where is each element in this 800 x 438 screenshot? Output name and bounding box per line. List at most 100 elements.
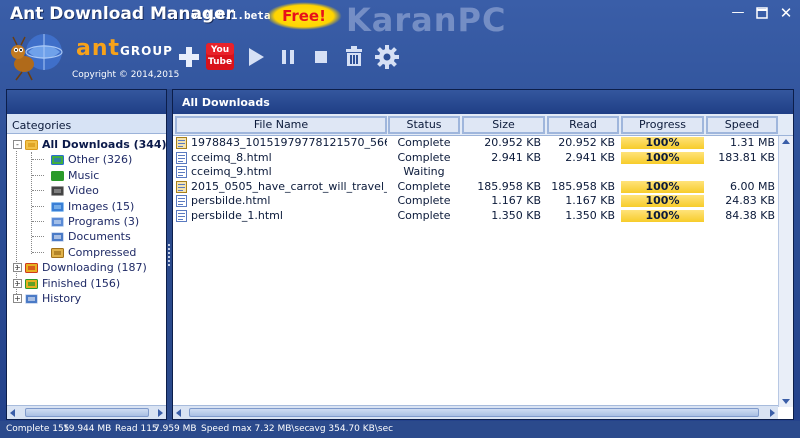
title-bar[interactable]: Ant Download Manager v.0.0.1.beta Free! … (0, 0, 800, 39)
tree-connector (31, 152, 32, 255)
cell-size: 1.350 KB (491, 208, 541, 222)
finished-icon (25, 277, 38, 290)
collapse-icon[interactable]: - (13, 140, 22, 149)
column-header-size[interactable]: Size (462, 116, 545, 134)
tree-connector (16, 150, 17, 295)
category-item-video[interactable]: Video (9, 183, 166, 198)
category-label: Compressed (68, 245, 137, 259)
cell-status: Complete (397, 136, 451, 149)
status-complete-count: Complete 155 (6, 424, 70, 434)
pause-button[interactable] (273, 40, 303, 72)
cell-size (462, 165, 541, 180)
scroll-left-icon[interactable] (176, 409, 181, 417)
brand-name: ant (76, 36, 121, 61)
category-item-downloading[interactable]: + Downloading (187) (9, 260, 166, 275)
downloads-scroll-thumb[interactable] (189, 408, 759, 417)
cell-speed: 24.83 KB (725, 194, 775, 207)
cell-name: persbilde_1.html (191, 208, 283, 222)
plus-icon (179, 47, 199, 67)
categories-scroll-thumb[interactable] (25, 408, 149, 417)
minimize-icon[interactable]: — (728, 4, 748, 22)
status-bar: Complete 155 19.944 MB Read 115 7.959 MB… (0, 421, 800, 438)
category-item-history[interactable]: + History (9, 291, 166, 306)
progress-bar: 100% (621, 209, 704, 222)
category-label: All Downloads (344) (42, 138, 167, 151)
column-header-file-name[interactable]: File Name (175, 116, 387, 134)
category-label: History (42, 291, 82, 305)
cell-status: Complete (397, 194, 451, 207)
cell-name: cceimq_8.html (191, 150, 272, 164)
category-item-compressed[interactable]: Compressed (9, 245, 166, 260)
scroll-right-icon[interactable] (158, 409, 163, 417)
maximize-icon[interactable] (752, 4, 772, 22)
download-row[interactable]: 2015_0505_have_carrot_will_travel_size_ C… (173, 180, 777, 195)
watermark: KaranPC (346, 1, 507, 39)
download-row[interactable]: persbilde_1.html Complete 1.350 KB 1.350 KB… (173, 209, 777, 224)
tree-connector (32, 174, 44, 176)
settings-button[interactable] (372, 40, 402, 72)
brand-suffix: GROUP (120, 44, 173, 58)
splitter-grip[interactable] (168, 244, 170, 266)
column-header-speed[interactable]: Speed (706, 116, 778, 134)
download-row[interactable]: 1978843_10151979778121570_566972852 Compl… (173, 136, 777, 151)
download-row[interactable]: persbilde.html Complete 1.167 KB 1.167 KB 10… (173, 194, 777, 209)
tree-connector (32, 159, 44, 161)
add-download-button[interactable] (174, 40, 204, 72)
progress-bar: 100% (621, 180, 704, 193)
download-row[interactable]: cceimq_8.html Complete 2.941 KB 2.941 KB 100… (173, 151, 777, 166)
stop-icon (315, 51, 327, 63)
progress-bar: 100% (621, 195, 704, 207)
cell-read: 20.952 KB (558, 136, 615, 149)
category-item-all-downloads[interactable]: - All Downloads (344) (9, 137, 167, 152)
youtube-button[interactable]: You Tube (205, 40, 235, 72)
cell-name: persbilde.html (191, 194, 271, 207)
category-item-finished[interactable]: + Finished (156) (9, 276, 166, 291)
delete-button[interactable] (339, 40, 369, 72)
app-window: Ant Download Manager v.0.0.1.beta Free! … (0, 0, 800, 438)
downloads-hscrollbar[interactable] (173, 405, 778, 419)
cell-speed: 6.00 MB (729, 179, 775, 193)
categories-hscrollbar[interactable] (7, 405, 166, 419)
expand-icon[interactable]: + (13, 263, 22, 273)
play-icon (249, 48, 264, 66)
scroll-right-icon[interactable] (770, 409, 775, 417)
other-icon (51, 153, 64, 166)
download-row[interactable]: cceimq_9.html Waiting (173, 165, 777, 180)
category-item-documents[interactable]: Documents (9, 229, 166, 244)
downloads-vscrollbar[interactable] (778, 136, 793, 407)
scroll-up-icon[interactable] (782, 139, 790, 144)
status-read-count: Read 115 (115, 424, 158, 434)
downloads-grid: 1978843_10151979778121570_566972852 Compl… (173, 136, 777, 407)
cell-read: 1.350 KB (565, 208, 615, 222)
cell-speed: 84.38 KB (725, 208, 775, 222)
image-file-icon (176, 137, 187, 149)
category-label: Other (326) (68, 153, 133, 167)
folder-open-icon (25, 138, 38, 151)
category-item-images[interactable]: Images (15) (9, 199, 166, 214)
cell-read: 1.167 KB (565, 194, 615, 207)
html-file-icon (176, 195, 187, 207)
expand-icon[interactable]: + (13, 278, 22, 288)
cell-status: Waiting (403, 165, 445, 178)
youtube-label-bottom: Tube (207, 57, 233, 67)
scroll-down-icon[interactable] (782, 399, 790, 404)
category-item-music[interactable]: Music (9, 168, 166, 183)
cell-read: 2.941 KB (565, 150, 615, 164)
categories-panel: Categories - All Downloads (344) Other (32… (6, 89, 167, 420)
status-read-size: 7.959 MB (154, 424, 197, 434)
html-file-icon (176, 209, 187, 222)
category-item-other[interactable]: Other (326) (9, 152, 166, 167)
close-icon[interactable]: ✕ (776, 4, 796, 22)
scroll-left-icon[interactable] (10, 409, 15, 417)
start-button[interactable] (240, 40, 270, 72)
stop-button[interactable] (306, 40, 336, 72)
category-item-programs[interactable]: Programs (3) (9, 214, 166, 229)
column-header-status[interactable]: Status (388, 116, 460, 134)
column-header-read[interactable]: Read (547, 116, 619, 134)
column-header-progress[interactable]: Progress (621, 116, 704, 134)
cell-size: 20.952 KB (484, 136, 541, 149)
brand-logo: antGROUP Copyright © 2014,2015 (8, 28, 179, 86)
expand-icon[interactable]: + (13, 293, 22, 303)
free-badge: Free! (266, 2, 342, 30)
progress-bar: 100% (621, 151, 704, 164)
